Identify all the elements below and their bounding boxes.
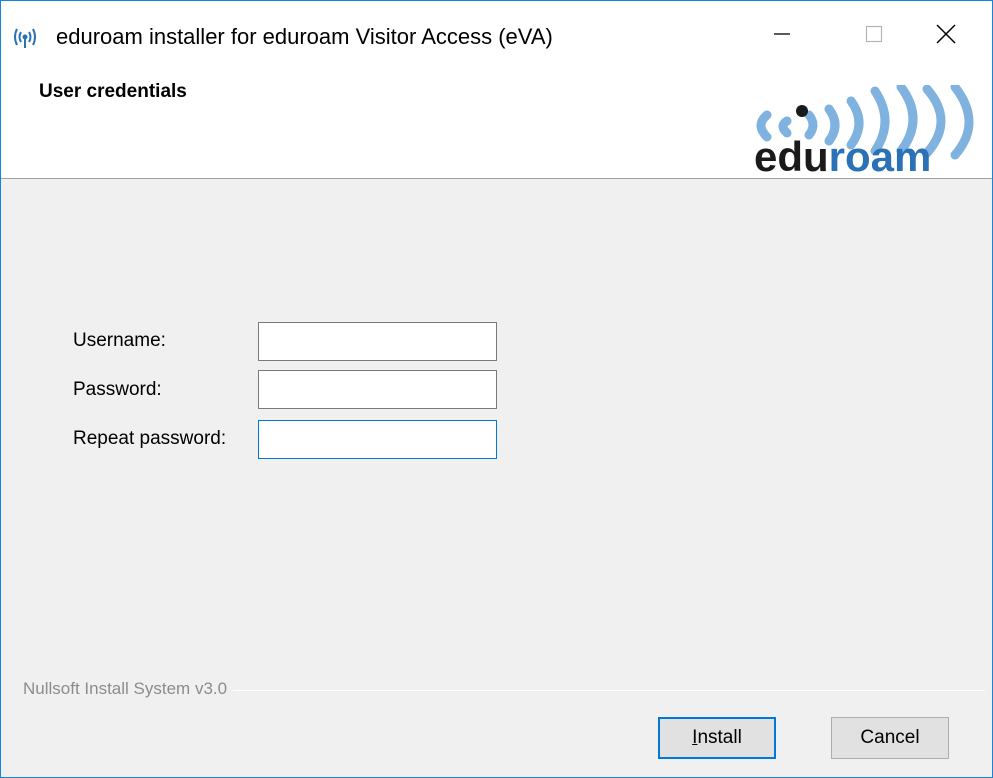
eduroam-app-icon bbox=[11, 25, 41, 49]
password-label: Password: bbox=[73, 379, 162, 400]
cancel-button[interactable]: Cancel bbox=[831, 717, 949, 759]
svg-text:eduroam: eduroam bbox=[754, 133, 931, 177]
minimize-icon bbox=[772, 24, 792, 44]
repeat-password-label: Repeat password: bbox=[73, 428, 227, 449]
username-input[interactable] bbox=[258, 322, 497, 361]
password-input[interactable] bbox=[258, 370, 497, 409]
install-button[interactable]: Install bbox=[658, 717, 776, 759]
close-icon bbox=[935, 23, 957, 45]
page-title: User credentials bbox=[39, 81, 187, 102]
credentials-form: Username: Password: Repeat password: bbox=[1, 180, 992, 600]
minimize-button[interactable] bbox=[736, 1, 828, 67]
eduroam-logo: eduroam bbox=[751, 82, 986, 180]
branding-divider: Nullsoft Install System v3.0 bbox=[23, 679, 985, 701]
title-bar[interactable]: eduroam installer for eduroam Visitor Ac… bbox=[1, 1, 992, 67]
installer-window: eduroam installer for eduroam Visitor Ac… bbox=[0, 0, 993, 778]
page-header: User credentials eduroam bbox=[1, 67, 992, 180]
close-button[interactable] bbox=[900, 1, 992, 67]
repeat-password-input[interactable] bbox=[258, 420, 497, 459]
nsis-branding-text: Nullsoft Install System v3.0 bbox=[23, 679, 234, 699]
maximize-icon bbox=[864, 24, 884, 44]
window-title: eduroam installer for eduroam Visitor Ac… bbox=[56, 24, 553, 49]
username-label: Username: bbox=[73, 330, 166, 351]
